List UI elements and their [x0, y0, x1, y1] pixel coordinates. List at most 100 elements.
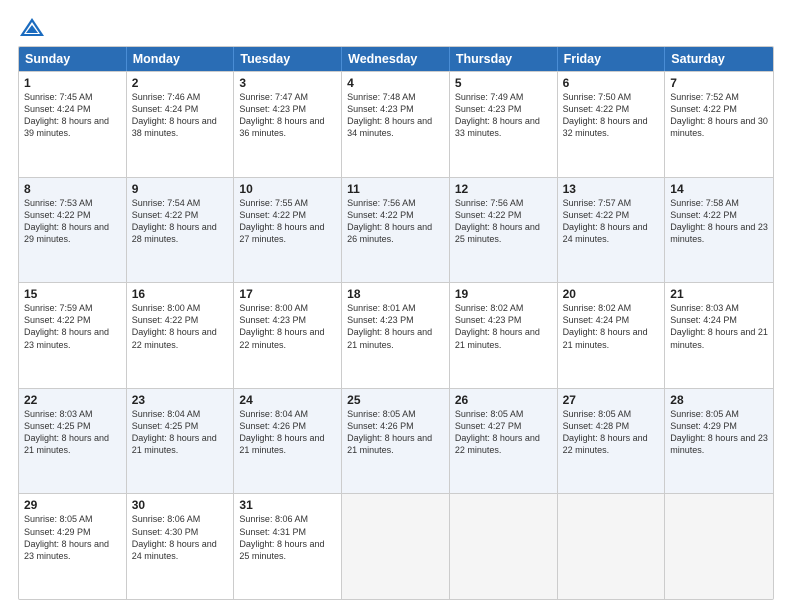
day-cell-20: 20 Sunrise: 8:02 AMSunset: 4:24 PMDaylig… — [558, 283, 666, 388]
day-cell-5: 5 Sunrise: 7:49 AMSunset: 4:23 PMDayligh… — [450, 72, 558, 177]
day-number: 26 — [455, 393, 552, 407]
cell-details: Sunrise: 7:54 AMSunset: 4:22 PMDaylight:… — [132, 198, 217, 244]
day-cell-22: 22 Sunrise: 8:03 AMSunset: 4:25 PMDaylig… — [19, 389, 127, 494]
day-cell-8: 8 Sunrise: 7:53 AMSunset: 4:22 PMDayligh… — [19, 178, 127, 283]
week-row-5: 29 Sunrise: 8:05 AMSunset: 4:29 PMDaylig… — [19, 493, 773, 599]
day-number: 11 — [347, 182, 444, 196]
day-number: 4 — [347, 76, 444, 90]
day-cell-17: 17 Sunrise: 8:00 AMSunset: 4:23 PMDaylig… — [234, 283, 342, 388]
day-number: 31 — [239, 498, 336, 512]
day-cell-15: 15 Sunrise: 7:59 AMSunset: 4:22 PMDaylig… — [19, 283, 127, 388]
day-cell-19: 19 Sunrise: 8:02 AMSunset: 4:23 PMDaylig… — [450, 283, 558, 388]
day-number: 5 — [455, 76, 552, 90]
day-cell-18: 18 Sunrise: 8:01 AMSunset: 4:23 PMDaylig… — [342, 283, 450, 388]
day-cell-24: 24 Sunrise: 8:04 AMSunset: 4:26 PMDaylig… — [234, 389, 342, 494]
day-number: 20 — [563, 287, 660, 301]
day-header-tuesday: Tuesday — [234, 47, 342, 71]
logo — [18, 16, 50, 38]
cell-details: Sunrise: 8:05 AMSunset: 4:27 PMDaylight:… — [455, 409, 540, 455]
header — [18, 16, 774, 38]
day-cell-25: 25 Sunrise: 8:05 AMSunset: 4:26 PMDaylig… — [342, 389, 450, 494]
cell-details: Sunrise: 7:48 AMSunset: 4:23 PMDaylight:… — [347, 92, 432, 138]
day-number: 1 — [24, 76, 121, 90]
day-cell-2: 2 Sunrise: 7:46 AMSunset: 4:24 PMDayligh… — [127, 72, 235, 177]
cell-details: Sunrise: 8:01 AMSunset: 4:23 PMDaylight:… — [347, 303, 432, 349]
cell-details: Sunrise: 7:56 AMSunset: 4:22 PMDaylight:… — [347, 198, 432, 244]
cell-details: Sunrise: 7:52 AMSunset: 4:22 PMDaylight:… — [670, 92, 768, 138]
day-number: 12 — [455, 182, 552, 196]
day-number: 23 — [132, 393, 229, 407]
cell-details: Sunrise: 8:04 AMSunset: 4:26 PMDaylight:… — [239, 409, 324, 455]
day-number: 14 — [670, 182, 768, 196]
day-number: 22 — [24, 393, 121, 407]
day-cell-9: 9 Sunrise: 7:54 AMSunset: 4:22 PMDayligh… — [127, 178, 235, 283]
week-row-1: 1 Sunrise: 7:45 AMSunset: 4:24 PMDayligh… — [19, 71, 773, 177]
cell-details: Sunrise: 7:46 AMSunset: 4:24 PMDaylight:… — [132, 92, 217, 138]
day-cell-13: 13 Sunrise: 7:57 AMSunset: 4:22 PMDaylig… — [558, 178, 666, 283]
day-number: 15 — [24, 287, 121, 301]
day-cell-6: 6 Sunrise: 7:50 AMSunset: 4:22 PMDayligh… — [558, 72, 666, 177]
empty-cell — [342, 494, 450, 599]
cell-details: Sunrise: 8:05 AMSunset: 4:28 PMDaylight:… — [563, 409, 648, 455]
day-number: 8 — [24, 182, 121, 196]
cell-details: Sunrise: 8:00 AMSunset: 4:23 PMDaylight:… — [239, 303, 324, 349]
cell-details: Sunrise: 8:05 AMSunset: 4:29 PMDaylight:… — [24, 514, 109, 560]
day-number: 17 — [239, 287, 336, 301]
day-header-monday: Monday — [127, 47, 235, 71]
day-cell-27: 27 Sunrise: 8:05 AMSunset: 4:28 PMDaylig… — [558, 389, 666, 494]
day-number: 21 — [670, 287, 768, 301]
day-cell-12: 12 Sunrise: 7:56 AMSunset: 4:22 PMDaylig… — [450, 178, 558, 283]
day-number: 3 — [239, 76, 336, 90]
day-cell-16: 16 Sunrise: 8:00 AMSunset: 4:22 PMDaylig… — [127, 283, 235, 388]
day-cell-10: 10 Sunrise: 7:55 AMSunset: 4:22 PMDaylig… — [234, 178, 342, 283]
day-cell-3: 3 Sunrise: 7:47 AMSunset: 4:23 PMDayligh… — [234, 72, 342, 177]
day-number: 7 — [670, 76, 768, 90]
cell-details: Sunrise: 7:58 AMSunset: 4:22 PMDaylight:… — [670, 198, 768, 244]
day-number: 25 — [347, 393, 444, 407]
day-cell-31: 31 Sunrise: 8:06 AMSunset: 4:31 PMDaylig… — [234, 494, 342, 599]
day-cell-28: 28 Sunrise: 8:05 AMSunset: 4:29 PMDaylig… — [665, 389, 773, 494]
day-cell-30: 30 Sunrise: 8:06 AMSunset: 4:30 PMDaylig… — [127, 494, 235, 599]
calendar: SundayMondayTuesdayWednesdayThursdayFrid… — [18, 46, 774, 600]
day-header-saturday: Saturday — [665, 47, 773, 71]
day-number: 18 — [347, 287, 444, 301]
day-number: 10 — [239, 182, 336, 196]
empty-cell — [450, 494, 558, 599]
day-header-friday: Friday — [558, 47, 666, 71]
cell-details: Sunrise: 7:55 AMSunset: 4:22 PMDaylight:… — [239, 198, 324, 244]
day-cell-1: 1 Sunrise: 7:45 AMSunset: 4:24 PMDayligh… — [19, 72, 127, 177]
calendar-body: 1 Sunrise: 7:45 AMSunset: 4:24 PMDayligh… — [19, 71, 773, 599]
cell-details: Sunrise: 7:49 AMSunset: 4:23 PMDaylight:… — [455, 92, 540, 138]
cell-details: Sunrise: 7:53 AMSunset: 4:22 PMDaylight:… — [24, 198, 109, 244]
day-number: 19 — [455, 287, 552, 301]
cell-details: Sunrise: 7:56 AMSunset: 4:22 PMDaylight:… — [455, 198, 540, 244]
day-cell-23: 23 Sunrise: 8:04 AMSunset: 4:25 PMDaylig… — [127, 389, 235, 494]
day-cell-26: 26 Sunrise: 8:05 AMSunset: 4:27 PMDaylig… — [450, 389, 558, 494]
day-number: 30 — [132, 498, 229, 512]
day-number: 6 — [563, 76, 660, 90]
cell-details: Sunrise: 8:03 AMSunset: 4:24 PMDaylight:… — [670, 303, 768, 349]
day-cell-14: 14 Sunrise: 7:58 AMSunset: 4:22 PMDaylig… — [665, 178, 773, 283]
cell-details: Sunrise: 8:04 AMSunset: 4:25 PMDaylight:… — [132, 409, 217, 455]
cell-details: Sunrise: 8:02 AMSunset: 4:23 PMDaylight:… — [455, 303, 540, 349]
cell-details: Sunrise: 8:00 AMSunset: 4:22 PMDaylight:… — [132, 303, 217, 349]
day-number: 9 — [132, 182, 229, 196]
day-number: 27 — [563, 393, 660, 407]
week-row-2: 8 Sunrise: 7:53 AMSunset: 4:22 PMDayligh… — [19, 177, 773, 283]
cell-details: Sunrise: 7:59 AMSunset: 4:22 PMDaylight:… — [24, 303, 109, 349]
cell-details: Sunrise: 8:03 AMSunset: 4:25 PMDaylight:… — [24, 409, 109, 455]
cell-details: Sunrise: 8:02 AMSunset: 4:24 PMDaylight:… — [563, 303, 648, 349]
day-header-wednesday: Wednesday — [342, 47, 450, 71]
cell-details: Sunrise: 7:57 AMSunset: 4:22 PMDaylight:… — [563, 198, 648, 244]
cell-details: Sunrise: 7:47 AMSunset: 4:23 PMDaylight:… — [239, 92, 324, 138]
day-header-sunday: Sunday — [19, 47, 127, 71]
empty-cell — [665, 494, 773, 599]
day-number: 24 — [239, 393, 336, 407]
cell-details: Sunrise: 7:45 AMSunset: 4:24 PMDaylight:… — [24, 92, 109, 138]
day-cell-11: 11 Sunrise: 7:56 AMSunset: 4:22 PMDaylig… — [342, 178, 450, 283]
cell-details: Sunrise: 7:50 AMSunset: 4:22 PMDaylight:… — [563, 92, 648, 138]
day-header-thursday: Thursday — [450, 47, 558, 71]
cell-details: Sunrise: 8:06 AMSunset: 4:30 PMDaylight:… — [132, 514, 217, 560]
cell-details: Sunrise: 8:05 AMSunset: 4:29 PMDaylight:… — [670, 409, 768, 455]
empty-cell — [558, 494, 666, 599]
